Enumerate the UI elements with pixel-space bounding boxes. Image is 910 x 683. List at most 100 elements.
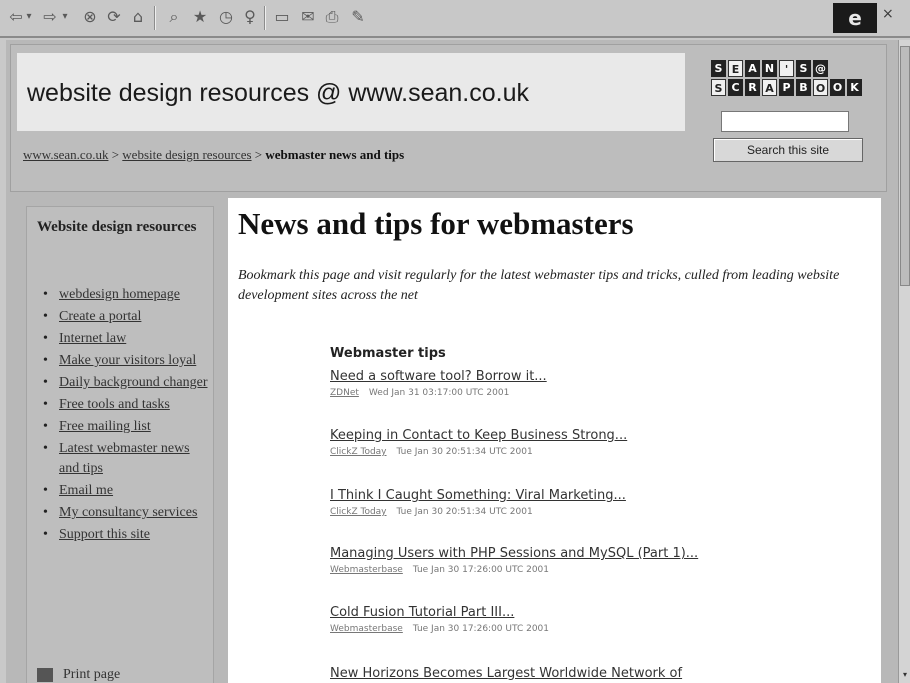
sidebar-link-support-site[interactable]: Support this site bbox=[59, 527, 150, 542]
logo-letter-tile: N bbox=[762, 60, 777, 77]
tips-section-title: Webmaster tips bbox=[330, 346, 446, 361]
tip-date: Tue Jan 30 17:26:00 UTC 2001 bbox=[412, 565, 549, 575]
logo-letter-tile: R bbox=[745, 79, 760, 96]
sidebar-item: Latest webmaster news and tips bbox=[43, 439, 209, 479]
tip-meta: ClickZ Today Tue Jan 30 20:51:34 UTC 2001 bbox=[330, 447, 627, 457]
sidebar-item: Internet law bbox=[43, 329, 209, 349]
tip-link[interactable]: New Horizons Becomes Largest Worldwide N… bbox=[330, 666, 682, 681]
tip-meta: Webmasterbase Tue Jan 30 17:26:00 UTC 200… bbox=[330, 565, 698, 575]
sidebar-item: Make your visitors loyal bbox=[43, 351, 209, 371]
tip-link[interactable]: Managing Users with PHP Sessions and MyS… bbox=[330, 546, 698, 561]
forward-dropdown-icon[interactable]: ▾ bbox=[60, 7, 70, 27]
vertical-scrollbar[interactable]: ▾ bbox=[898, 40, 910, 683]
history-icon[interactable]: ◷ bbox=[216, 7, 236, 27]
home-icon[interactable]: ⌂ bbox=[128, 7, 148, 27]
tip-item: Managing Users with PHP Sessions and MyS… bbox=[330, 546, 698, 575]
logo-letter-tile: A bbox=[745, 60, 760, 77]
sidebar-item: Daily background changer bbox=[43, 373, 209, 393]
tip-date: Tue Jan 30 20:51:34 UTC 2001 bbox=[396, 447, 533, 457]
back-icon[interactable]: ⇦ bbox=[6, 7, 26, 27]
print-icon[interactable]: ⎙ bbox=[322, 7, 342, 27]
intro-text: Bookmark this page and visit regularly f… bbox=[238, 268, 840, 303]
printer-icon bbox=[37, 667, 53, 682]
sidebar-link-webmaster-news[interactable]: Latest webmaster news and tips bbox=[59, 441, 190, 476]
print-page-link[interactable]: Print page bbox=[37, 667, 120, 683]
breadcrumb-current: webmaster news and tips bbox=[265, 147, 405, 162]
logo-letter-tile: @ bbox=[813, 60, 828, 77]
sidebar: Website design resources webdesign homep… bbox=[26, 206, 214, 683]
seans-scrapbook-logo[interactable]: S E A N ' S @ SCRAPBOOK bbox=[711, 60, 863, 100]
tip-item: New Horizons Becomes Largest Worldwide N… bbox=[330, 666, 682, 681]
edit-icon[interactable]: ✎ bbox=[348, 7, 368, 27]
main-content: News and tips for webmasters Bookmark th… bbox=[228, 198, 881, 683]
scrollbar-thumb[interactable] bbox=[900, 46, 910, 286]
tip-meta: ZDNet Wed Jan 31 03:17:00 UTC 2001 bbox=[330, 388, 547, 398]
logo-letter-tile: E bbox=[728, 60, 743, 77]
forward-icon[interactable]: ⇨ bbox=[40, 7, 60, 27]
sidebar-link-free-tools[interactable]: Free tools and tasks bbox=[59, 397, 170, 412]
fullscreen-icon[interactable]: ▭ bbox=[272, 7, 292, 27]
sidebar-link-email-me[interactable]: Email me bbox=[59, 483, 113, 498]
sidebar-link-internet-law[interactable]: Internet law bbox=[59, 331, 126, 346]
sidebar-item: webdesign homepage bbox=[43, 285, 209, 305]
tip-link[interactable]: Keeping in Contact to Keep Business Stro… bbox=[330, 428, 627, 443]
site-title-box: website design resources @ www.sean.co.u… bbox=[17, 53, 685, 131]
logo-letter-tile: S bbox=[796, 60, 811, 77]
stop-icon[interactable]: ⊗ bbox=[80, 7, 100, 27]
logo-letter-tile: O bbox=[830, 79, 845, 96]
mail-icon[interactable]: ✉ bbox=[298, 7, 318, 27]
tip-source-link[interactable]: Webmasterbase bbox=[330, 565, 403, 575]
web-page: website design resources @ www.sean.co.u… bbox=[6, 40, 898, 683]
breadcrumb-link-resources[interactable]: website design resources bbox=[122, 147, 251, 162]
tip-source-link[interactable]: Webmasterbase bbox=[330, 624, 403, 634]
tip-link[interactable]: Cold Fusion Tutorial Part III... bbox=[330, 605, 549, 620]
logo-letter-tile: K bbox=[847, 79, 862, 96]
breadcrumb-link-home[interactable]: www.sean.co.uk bbox=[23, 147, 108, 162]
tip-meta: Webmasterbase Tue Jan 30 17:26:00 UTC 200… bbox=[330, 624, 549, 634]
sidebar-item: Support this site bbox=[43, 525, 209, 545]
print-page-label: Print page bbox=[63, 667, 121, 682]
tip-date: Wed Jan 31 03:17:00 UTC 2001 bbox=[368, 388, 510, 398]
close-icon[interactable]: × bbox=[882, 6, 894, 22]
sidebar-item: My consultancy services bbox=[43, 503, 209, 523]
scroll-down-icon[interactable]: ▾ bbox=[900, 670, 910, 680]
tip-date: Tue Jan 30 17:26:00 UTC 2001 bbox=[412, 624, 549, 634]
sidebar-nav: webdesign homepage Create a portal Inter… bbox=[43, 285, 209, 547]
sidebar-link-visitors-loyal[interactable]: Make your visitors loyal bbox=[59, 353, 196, 368]
tip-meta: ClickZ Today Tue Jan 30 20:51:34 UTC 2001 bbox=[330, 507, 626, 517]
sidebar-item: Create a portal bbox=[43, 307, 209, 327]
page-title: News and tips for webmasters bbox=[238, 206, 634, 241]
channels-icon[interactable]: ♀ bbox=[240, 7, 260, 27]
sidebar-link-background-changer[interactable]: Daily background changer bbox=[59, 375, 208, 390]
site-title: website design resources @ www.sean.co.u… bbox=[27, 79, 530, 107]
tip-link[interactable]: Need a software tool? Borrow it... bbox=[330, 369, 547, 384]
tip-item: Keeping in Contact to Keep Business Stro… bbox=[330, 428, 627, 457]
site-header: website design resources @ www.sean.co.u… bbox=[10, 44, 887, 192]
back-dropdown-icon[interactable]: ▾ bbox=[24, 7, 34, 27]
search-icon[interactable]: ⌕ bbox=[164, 7, 184, 27]
search-button[interactable]: Search this site bbox=[713, 138, 863, 162]
tip-item: Need a software tool? Borrow it... ZDNet… bbox=[330, 369, 547, 398]
search-input[interactable] bbox=[721, 111, 849, 132]
logo-letter-tile: P bbox=[779, 79, 794, 96]
sidebar-link-webdesign-homepage[interactable]: webdesign homepage bbox=[59, 287, 180, 302]
sidebar-item: Free tools and tasks bbox=[43, 395, 209, 415]
sidebar-title: Website design resources bbox=[37, 219, 197, 235]
sidebar-link-mailing-list[interactable]: Free mailing list bbox=[59, 419, 151, 434]
tip-source-link[interactable]: ClickZ Today bbox=[330, 507, 387, 517]
refresh-icon[interactable]: ⟳ bbox=[104, 7, 124, 27]
breadcrumb-separator: > bbox=[251, 147, 266, 162]
tip-link[interactable]: I Think I Caught Something: Viral Market… bbox=[330, 488, 626, 503]
favorites-icon[interactable]: ★ bbox=[190, 7, 210, 27]
logo-letter-tile: S bbox=[711, 79, 726, 96]
sidebar-link-consultancy[interactable]: My consultancy services bbox=[59, 505, 197, 520]
browser-toolbar: ⇦ ▾ ⇨ ▾ ⊗ ⟳ ⌂ ⌕ ★ ◷ ♀ ▭ ✉ ⎙ ✎ e × bbox=[0, 0, 910, 38]
logo-letter-tile: B bbox=[796, 79, 811, 96]
tip-date: Tue Jan 30 20:51:34 UTC 2001 bbox=[396, 507, 533, 517]
tip-source-link[interactable]: ClickZ Today bbox=[330, 447, 387, 457]
logo-letter-tile: ' bbox=[779, 60, 794, 77]
tip-source-link[interactable]: ZDNet bbox=[330, 388, 359, 398]
sidebar-link-create-portal[interactable]: Create a portal bbox=[59, 309, 141, 324]
toolbar-separator bbox=[154, 6, 156, 30]
browser-logo-icon: e bbox=[833, 3, 877, 33]
